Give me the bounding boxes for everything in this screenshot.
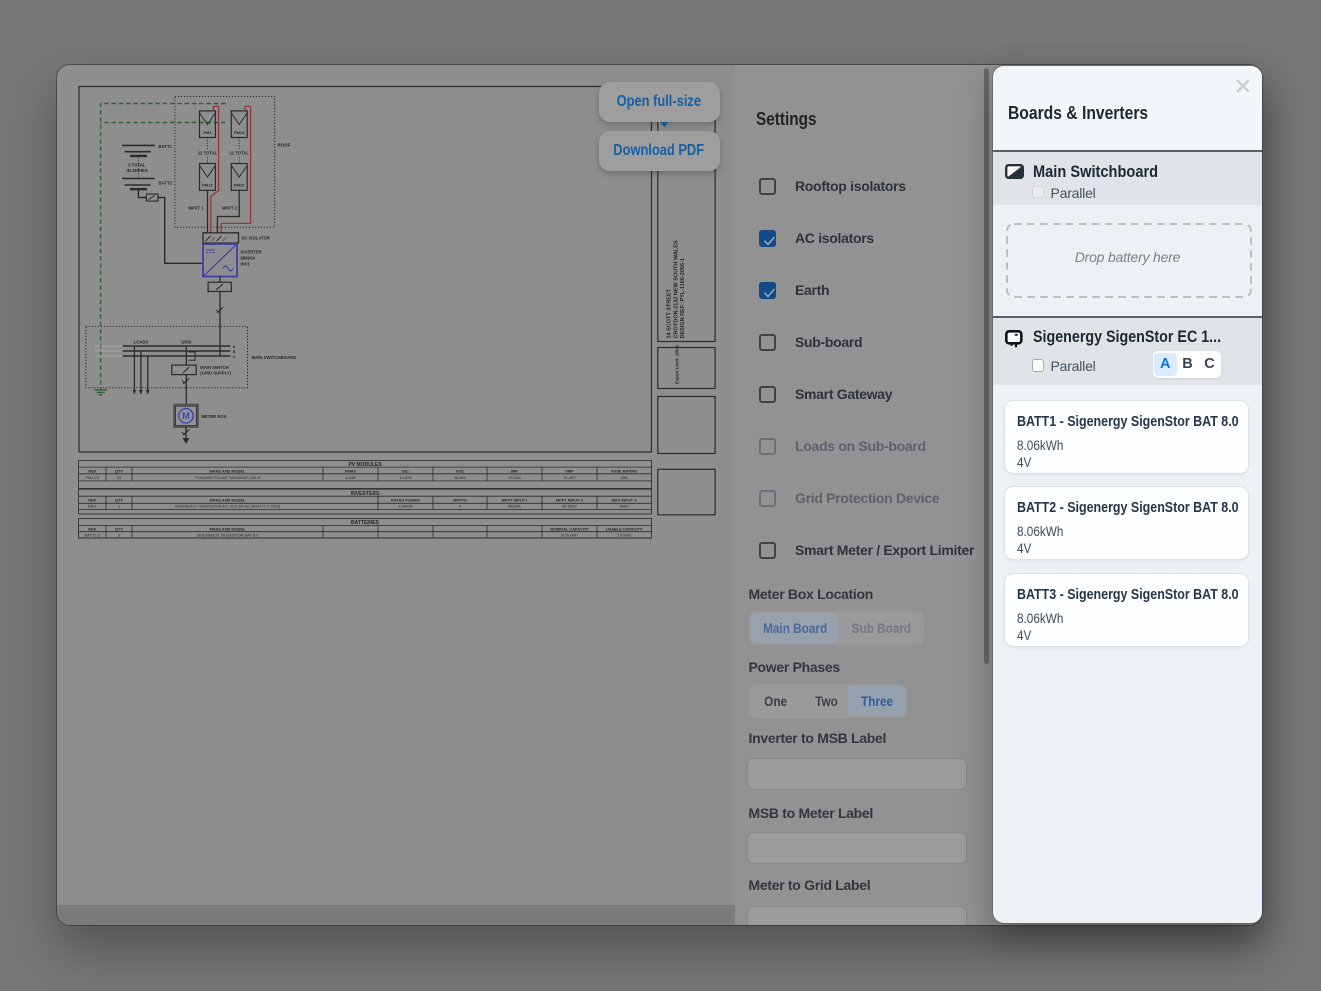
svg-text:REF: REF — [88, 468, 96, 473]
svg-text:PMAX: PMAX — [345, 468, 357, 473]
svg-text:BATTERIES: BATTERIES — [351, 520, 380, 526]
svg-text:SIGENERGY SIGENSTOR BAT 8.0: SIGENERGY SIGENSTOR BAT 8.0 — [197, 532, 260, 537]
svg-text:9.99kVA: 9.99kVA — [398, 503, 413, 508]
svg-text:MAKE AND MODEL: MAKE AND MODEL — [210, 468, 247, 473]
svg-text:PM23: PM23 — [234, 182, 245, 187]
svg-text:14 SCOTT STREET: 14 SCOTT STREET — [667, 288, 673, 338]
svg-text:DC ISOLATOR: DC ISOLATOR — [242, 235, 270, 240]
svg-text:4: 4 — [459, 503, 462, 508]
svg-text:QTY: QTY — [115, 468, 123, 473]
svg-text:BATT1: BATT1 — [159, 144, 173, 149]
svg-text:QTY: QTY — [115, 526, 123, 531]
svg-text:TONGWEI SOLAR TWMSMAP-108-H: TONGWEI SOLAR TWMSMAP-108-H — [194, 475, 260, 480]
svg-text:12 TOTAL: 12 TOTAL — [198, 150, 218, 155]
svg-text:66/16A: 66/16A — [508, 503, 521, 508]
svg-text:MPPT 1: MPPT 1 — [188, 205, 204, 210]
svg-text:BATT2: BATT2 — [159, 180, 173, 185]
svg-text:GRID: GRID — [181, 339, 191, 344]
svg-text:MPPTS: MPPTS — [453, 497, 467, 502]
svg-text:INV1: INV1 — [88, 503, 97, 508]
svg-text:PM12: PM12 — [202, 182, 213, 187]
svg-text:MAX INPUT V: MAX INPUT V — [612, 497, 637, 502]
svg-text:13.87A: 13.87A — [399, 475, 412, 480]
svg-text:INVERTERS: INVERTERS — [351, 490, 380, 496]
svg-text:13.16A: 13.16A — [508, 475, 521, 480]
svg-text:ROOF: ROOF — [278, 142, 291, 147]
svg-text:7.8 kWh: 7.8 kWh — [617, 532, 631, 537]
svg-text:25A: 25A — [621, 475, 628, 480]
svg-text:8.06 kWh: 8.06 kWh — [561, 532, 577, 537]
svg-text:3: 3 — [118, 532, 120, 537]
svg-text:PV MODULES: PV MODULES — [348, 461, 382, 467]
svg-text:600V: 600V — [620, 503, 629, 508]
svg-text:C: C — [233, 354, 236, 358]
svg-text:M: M — [182, 411, 190, 421]
svg-text:A: A — [233, 344, 236, 348]
svg-text:MPPT 2: MPPT 2 — [222, 205, 238, 210]
svg-text:MPPT INPUT V: MPPT INPUT V — [556, 497, 584, 502]
svg-text:VOC: VOC — [456, 468, 465, 473]
svg-text:USABLE CAPACITY: USABLE CAPACITY — [606, 526, 643, 531]
svg-text:MAIN SWITCH: MAIN SWITCH — [200, 365, 228, 370]
svg-text:38.88V: 38.88V — [454, 475, 467, 480]
svg-text:PM13: PM13 — [234, 130, 245, 135]
svg-text:SIGENERGY SIGENSTOR EC 10.0 SP: SIGENERGY SIGENSTOR EC 10.0 SP AU (AS477… — [175, 503, 281, 508]
svg-text:QTY: QTY — [115, 497, 123, 502]
svg-text:IMP: IMP — [511, 468, 518, 473]
svg-text:(GRID SUPPLY): (GRID SUPPLY) — [200, 370, 231, 375]
svg-text:CROYDON 2132 NEW SOUTH WALES: CROYDON 2132 NEW SOUTH WALES — [673, 240, 679, 338]
svg-text:1: 1 — [118, 503, 120, 508]
svg-text:MAKE AND MODEL: MAKE AND MODEL — [210, 526, 247, 531]
svg-text:Export Limit: 10kW: Export Limit: 10kW — [675, 344, 680, 384]
svg-text:PM1-23: PM1-23 — [85, 475, 99, 480]
svg-text:MAKE AND MODEL: MAKE AND MODEL — [210, 497, 247, 502]
svg-text:DESIGN REF: PYL-1166-2056-1: DESIGN REF: PYL-1166-2056-1 — [680, 258, 686, 338]
svg-text:RATED POWER: RATED POWER — [391, 497, 420, 502]
svg-text:REF: REF — [88, 497, 96, 502]
svg-text:BATT1-3: BATT1-3 — [85, 532, 100, 537]
svg-text:METER BOX: METER BOX — [202, 414, 227, 419]
svg-text:IN SERIES: IN SERIES — [127, 168, 148, 173]
svg-text:11 TOTAL: 11 TOTAL — [230, 150, 250, 155]
svg-text:INV1: INV1 — [241, 261, 251, 266]
svg-text:9999VA: 9999VA — [241, 255, 256, 260]
svg-text:INVERTER: INVERTER — [241, 249, 262, 254]
svg-text:FUSE RATING: FUSE RATING — [611, 468, 637, 473]
svg-text:LOADS: LOADS — [134, 339, 149, 344]
svg-text:90-560V: 90-560V — [562, 503, 577, 508]
svg-text:NOMINAL CAPACITY: NOMINAL CAPACITY — [550, 526, 589, 531]
svg-text:MPPT INPUT I: MPPT INPUT I — [502, 497, 528, 502]
svg-text:VMP: VMP — [565, 468, 574, 473]
svg-text:ISC: ISC — [402, 468, 409, 473]
svg-text:B: B — [233, 349, 236, 353]
svg-text:MAIN SWITCHBOARD: MAIN SWITCHBOARD — [252, 355, 297, 360]
svg-text:440W: 440W — [345, 475, 355, 480]
svg-text:3 TOTAL: 3 TOTAL — [128, 162, 146, 167]
svg-text:31.48V: 31.48V — [563, 475, 576, 480]
svg-text:PM1: PM1 — [203, 130, 212, 135]
svg-text:23: 23 — [117, 475, 121, 480]
svg-text:REF: REF — [88, 526, 96, 531]
